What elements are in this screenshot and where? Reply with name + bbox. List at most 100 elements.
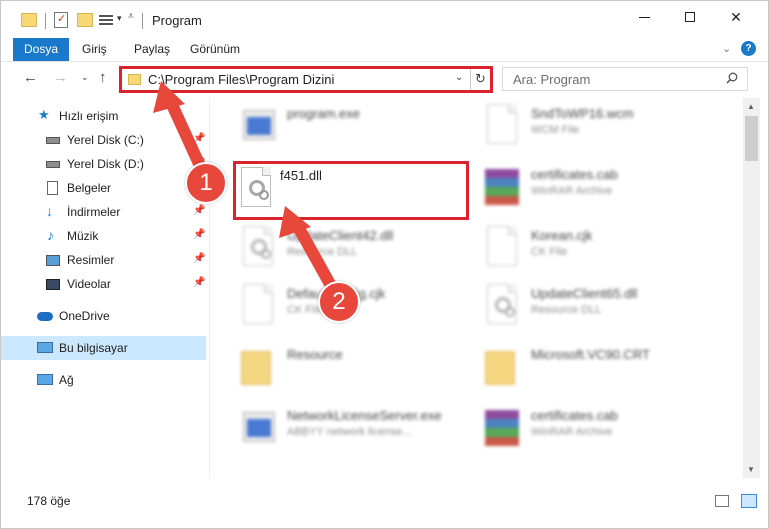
sidebar-item-label: Hızlı erişim bbox=[59, 109, 119, 123]
list-item[interactable]: UpdateClient65.dll Resource DLL bbox=[483, 280, 723, 338]
exe-icon bbox=[239, 406, 279, 450]
scroll-thumb[interactable] bbox=[745, 116, 758, 161]
ribbon-tabs: Dosya Giriş Paylaş Görünüm ⌄ ? bbox=[1, 38, 768, 96]
expand-ribbon-icon[interactable]: ⌄ bbox=[722, 42, 731, 55]
sidebar-item-disk-c[interactable]: Yerel Disk (C:) 📌 bbox=[1, 128, 206, 152]
file-name: Microsoft.VC90.CRT bbox=[531, 347, 650, 362]
vertical-scrollbar[interactable]: ▲ ▼ bbox=[743, 98, 760, 478]
properties-icon[interactable] bbox=[54, 12, 68, 28]
sidebar-item-music[interactable]: ♪ Müzik 📌 bbox=[1, 224, 206, 248]
sidebar-item-downloads[interactable]: ↓ İndirmeler 📌 bbox=[1, 200, 206, 224]
file-name: Korean.cjk bbox=[531, 228, 593, 243]
file-list: program.exe UpdateClient42.dll Resource … bbox=[211, 98, 742, 478]
sidebar-item-videos[interactable]: Videolar 📌 bbox=[1, 272, 206, 296]
sidebar-item-documents[interactable]: Belgeler 📌 bbox=[1, 176, 206, 200]
pin-icon[interactable]: 📌 bbox=[193, 277, 205, 288]
sidebar-item-onedrive[interactable]: OneDrive bbox=[1, 304, 206, 328]
tab-home[interactable]: Giriş bbox=[82, 38, 107, 60]
close-button[interactable]: ✕ bbox=[713, 1, 759, 33]
sidebar-item-label: Müzik bbox=[67, 229, 99, 243]
folder-icon bbox=[483, 345, 523, 389]
explorer-window: ▾ ⩡ Program ✕ Dosya Giriş Paylaş Görünüm… bbox=[0, 0, 769, 529]
refresh-icon[interactable]: ↻ bbox=[475, 71, 486, 87]
videos-icon bbox=[46, 279, 60, 290]
exe-icon bbox=[239, 104, 279, 148]
chevron-down-icon[interactable]: ▾ bbox=[117, 13, 122, 31]
search-input[interactable]: Ara: Program bbox=[513, 72, 590, 87]
list-item[interactable]: Resource bbox=[239, 341, 479, 399]
file-description: Resource DLL bbox=[531, 304, 602, 316]
file-description: CK File bbox=[531, 246, 568, 258]
list-item-f451-dll[interactable]: f451.dll bbox=[237, 165, 465, 216]
file-description: Resource DLL bbox=[287, 246, 358, 258]
list-item[interactable]: SndToWP16.wcm WCM File bbox=[483, 100, 723, 158]
list-item[interactable]: program.exe bbox=[239, 100, 479, 158]
sidebar-item-network[interactable]: Ağ bbox=[1, 368, 206, 392]
file-icon bbox=[483, 104, 523, 148]
customize-toolbar-icon[interactable]: ⩡ bbox=[128, 11, 134, 29]
sidebar-item-this-pc[interactable]: Bu bilgisayar bbox=[1, 336, 206, 360]
pane-divider[interactable] bbox=[209, 98, 210, 478]
file-name: SndToWP16.wcm bbox=[531, 106, 634, 121]
scroll-up-icon[interactable]: ▲ bbox=[747, 102, 755, 111]
archive-icon bbox=[483, 406, 523, 450]
recent-locations-icon[interactable]: ⌄ bbox=[81, 72, 89, 83]
chevron-down-icon[interactable]: ⌄ bbox=[455, 72, 463, 83]
search-box[interactable]: Ara: Program bbox=[502, 67, 748, 91]
details-view-icon[interactable] bbox=[715, 495, 729, 507]
large-icons-view-icon[interactable] bbox=[741, 494, 757, 508]
tab-view[interactable]: Görünüm bbox=[190, 38, 240, 60]
cloud-icon bbox=[37, 312, 53, 321]
address-bar[interactable]: C:\Program Files\Program Dizini ⌄ ↻ bbox=[119, 66, 493, 93]
list-item[interactable]: certificates.cab WinRAR Archive bbox=[483, 161, 723, 219]
status-bar: 178 öğe bbox=[1, 485, 768, 515]
sidebar-item-label: İndirmeler bbox=[67, 205, 121, 219]
help-icon[interactable]: ? bbox=[741, 41, 756, 56]
up-arrow-icon[interactable]: ↑ bbox=[99, 69, 107, 86]
list-item[interactable]: Korean.cjk CK File bbox=[483, 222, 723, 280]
pin-icon[interactable]: 📌 bbox=[193, 133, 205, 144]
address-path[interactable]: C:\Program Files\Program Dizini bbox=[148, 72, 334, 87]
sidebar-item-label: Yerel Disk (C:) bbox=[67, 133, 144, 147]
pin-icon[interactable]: 📌 bbox=[193, 253, 205, 264]
sidebar-item-quick-access[interactable]: ★ Hızlı erişim bbox=[1, 104, 206, 128]
list-item[interactable]: NetworkLicenseServer.exe ABBYY network l… bbox=[239, 402, 479, 460]
scroll-down-icon[interactable]: ▼ bbox=[747, 465, 755, 474]
drive-icon bbox=[46, 137, 60, 144]
address-divider bbox=[470, 69, 471, 90]
drive-icon bbox=[46, 161, 60, 168]
view-icon[interactable] bbox=[99, 13, 113, 27]
list-item[interactable]: certificates.cab WinRAR Archive bbox=[483, 402, 723, 460]
toolbar-divider bbox=[45, 13, 46, 29]
pin-icon[interactable]: 📌 bbox=[193, 205, 205, 216]
search-icon[interactable] bbox=[726, 72, 738, 84]
folder-icon bbox=[239, 345, 279, 389]
back-arrow-icon[interactable]: ← bbox=[23, 69, 38, 86]
sidebar-item-label: Ağ bbox=[59, 373, 74, 387]
file-name: UpdateClient65.dll bbox=[531, 286, 638, 301]
sidebar-item-disk-d[interactable]: Yerel Disk (D:) 📌 bbox=[1, 152, 206, 176]
list-item[interactable]: UpdateClient42.dll Resource DLL bbox=[239, 222, 479, 280]
pictures-icon bbox=[46, 255, 60, 266]
music-icon: ♪ bbox=[47, 227, 54, 243]
step-badge-2: 2 bbox=[318, 281, 360, 323]
close-icon: ✕ bbox=[730, 8, 742, 25]
list-item[interactable]: Microsoft.VC90.CRT bbox=[483, 341, 723, 399]
file-name: Resource bbox=[287, 347, 343, 362]
file-name: certificates.cab bbox=[531, 167, 618, 182]
file-name: UpdateClient42.dll bbox=[287, 228, 394, 243]
pin-icon[interactable]: 📌 bbox=[193, 229, 205, 240]
file-description: WinRAR Archive bbox=[531, 426, 613, 438]
file-icon bbox=[239, 284, 279, 328]
new-folder-icon[interactable] bbox=[77, 13, 93, 27]
tab-share[interactable]: Paylaş bbox=[134, 38, 170, 60]
minimize-button[interactable] bbox=[621, 1, 667, 33]
file-icon bbox=[483, 226, 523, 270]
sidebar-item-pictures[interactable]: Resimler 📌 bbox=[1, 248, 206, 272]
network-icon bbox=[37, 374, 53, 385]
sidebar-item-label: Videolar bbox=[67, 277, 111, 291]
forward-arrow-icon[interactable]: → bbox=[53, 69, 68, 86]
maximize-button[interactable] bbox=[667, 1, 713, 33]
file-description: WinRAR Archive bbox=[531, 185, 613, 197]
list-item[interactable]: DefaultConfig.cjk CK File bbox=[239, 280, 479, 338]
